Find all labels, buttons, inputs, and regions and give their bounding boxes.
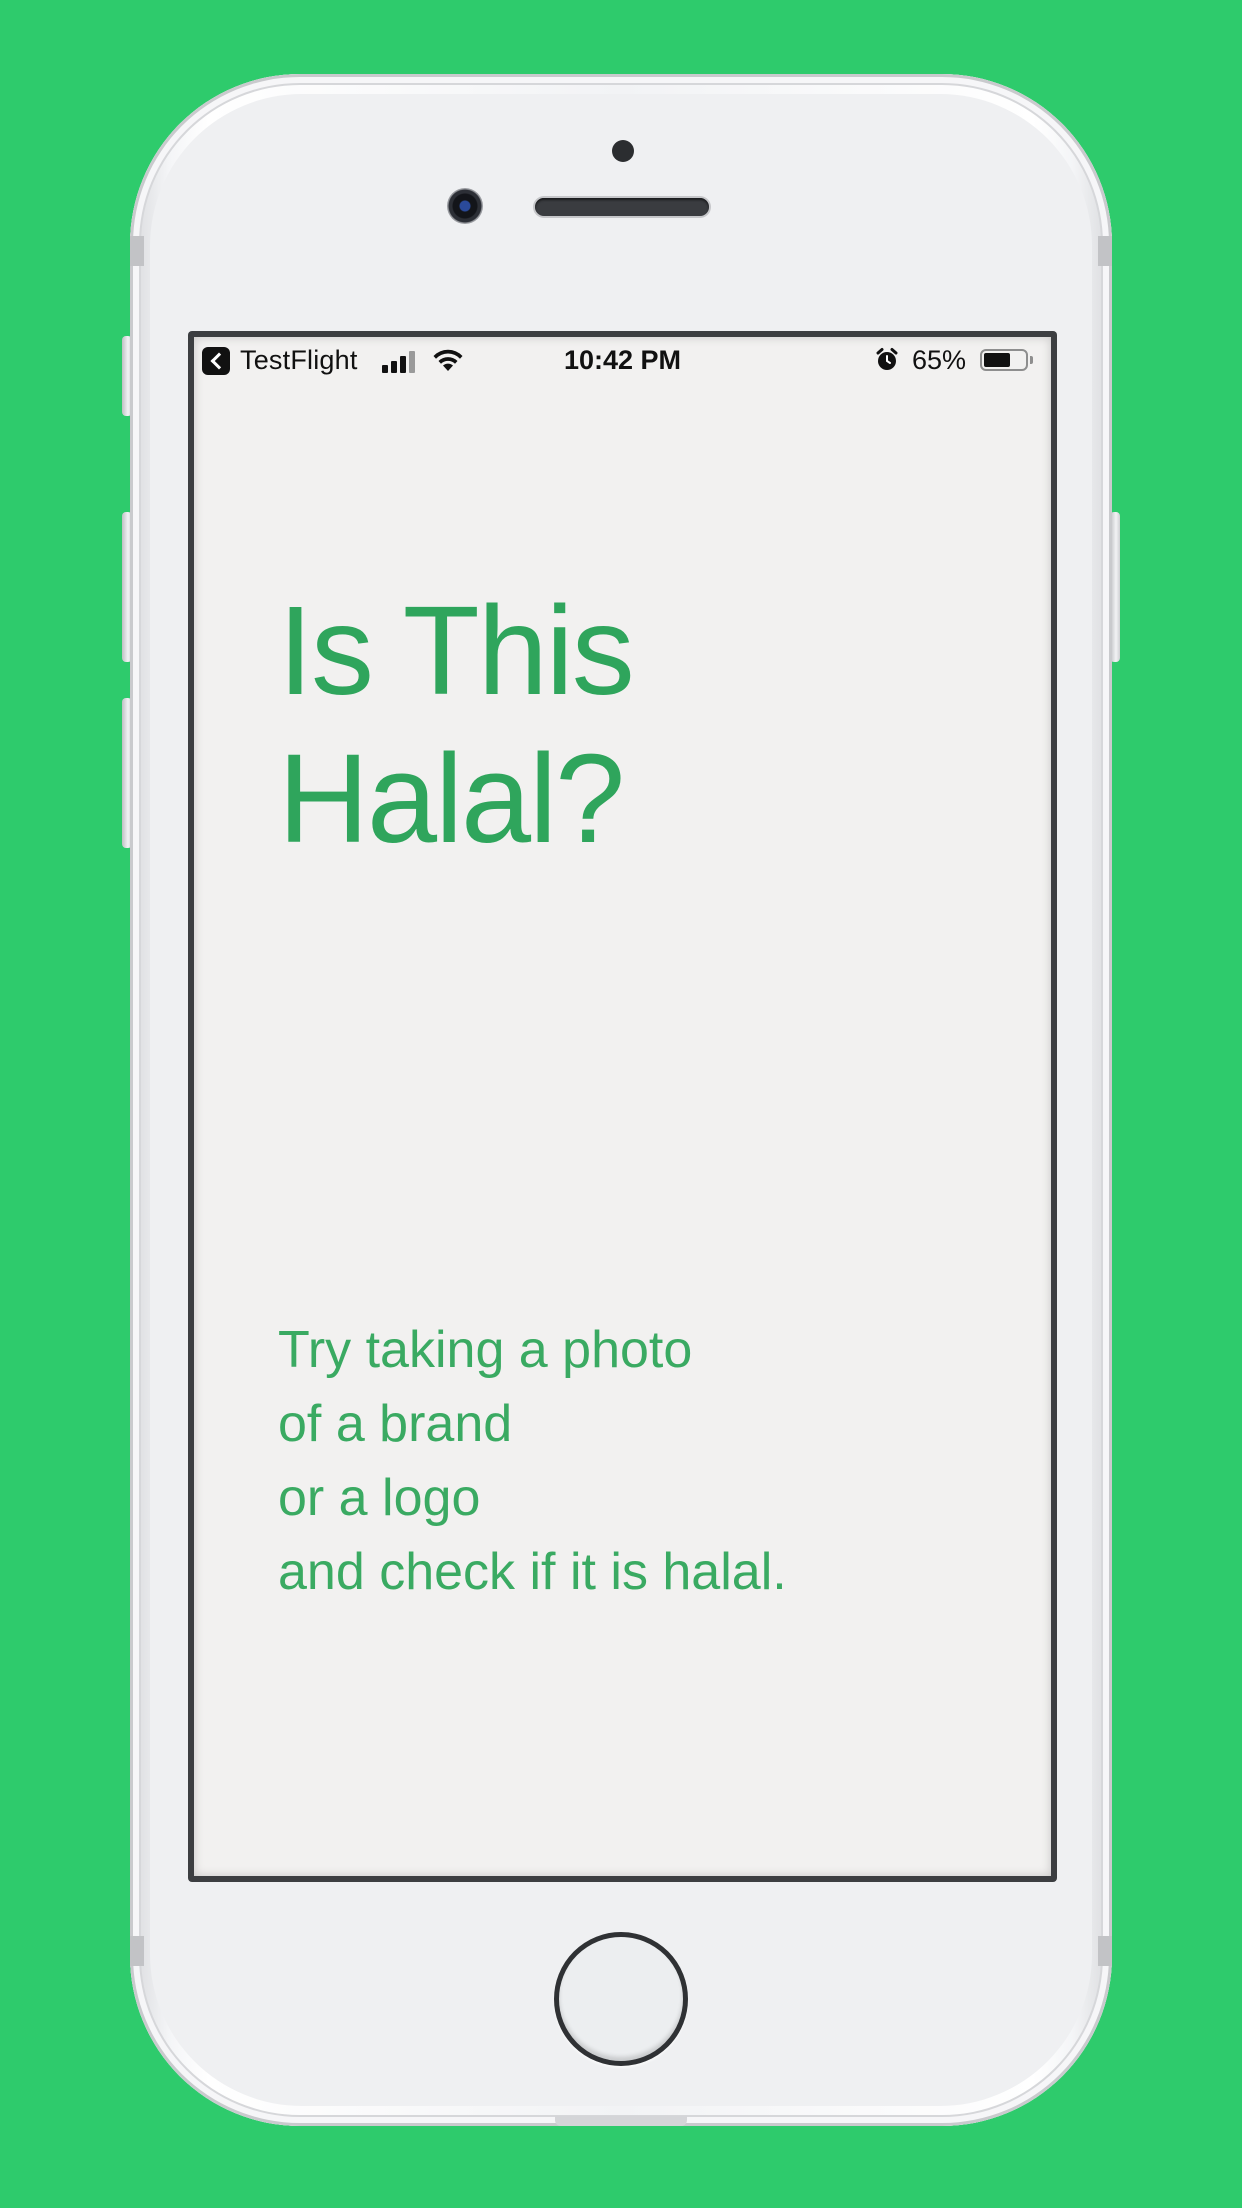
antenna-line — [1098, 1936, 1112, 1966]
battery-terminal — [1030, 356, 1033, 364]
instruction-text: Try taking a photo of a brand or a logo … — [278, 1313, 787, 1609]
earpiece-speaker — [535, 198, 709, 216]
instruction-line: of a brand — [278, 1395, 513, 1453]
lightning-port — [555, 2116, 687, 2126]
battery-icon — [980, 349, 1028, 371]
instruction-line: Try taking a photo — [278, 1321, 693, 1379]
app-title-line: Is This — [278, 580, 635, 721]
instruction-line: and check if it is halal. — [278, 1543, 787, 1601]
alarm-icon — [876, 348, 898, 370]
home-button[interactable] — [554, 1932, 688, 2066]
antenna-line — [130, 1936, 144, 1966]
status-bar: TestFlight 10:42 PM 65% — [194, 337, 1051, 383]
battery-percentage: 65% — [912, 345, 967, 375]
front-camera-icon — [447, 188, 483, 224]
antenna-line — [130, 236, 144, 266]
instruction-line: or a logo — [278, 1469, 481, 1527]
app-title: Is This Halal? — [278, 577, 635, 873]
app-title-line: Halal? — [278, 728, 625, 869]
proximity-sensor — [612, 140, 634, 162]
antenna-line — [1098, 236, 1112, 266]
app-screen: TestFlight 10:42 PM 65% Is This Halal? T… — [194, 337, 1051, 1876]
battery-level-fill — [984, 353, 1010, 367]
